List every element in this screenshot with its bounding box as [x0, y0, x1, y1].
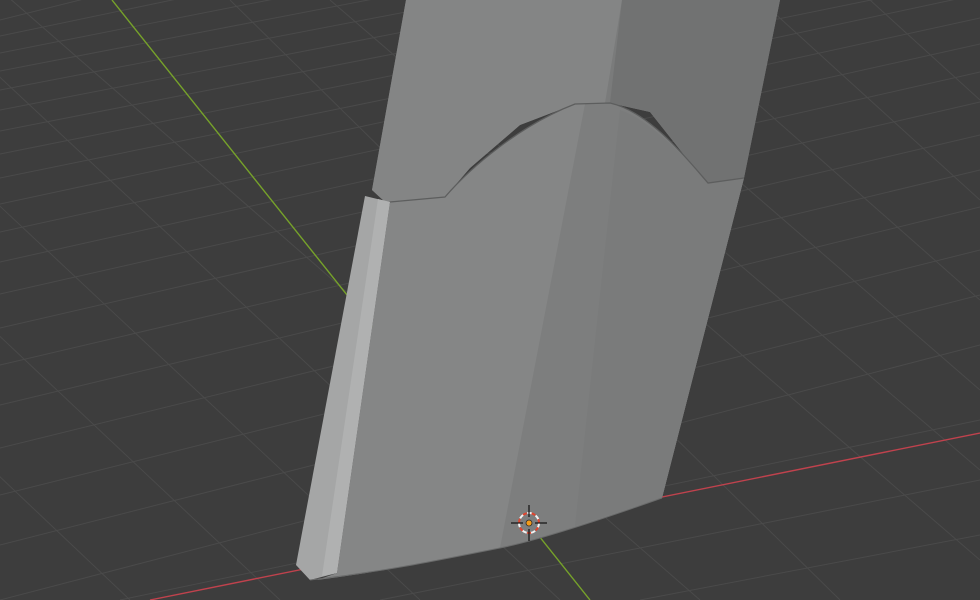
object-origin-dot[interactable]: [525, 519, 533, 527]
viewport-canvas[interactable]: [0, 0, 980, 600]
3d-viewport[interactable]: [0, 0, 980, 600]
mesh-object[interactable]: [296, 0, 780, 581]
